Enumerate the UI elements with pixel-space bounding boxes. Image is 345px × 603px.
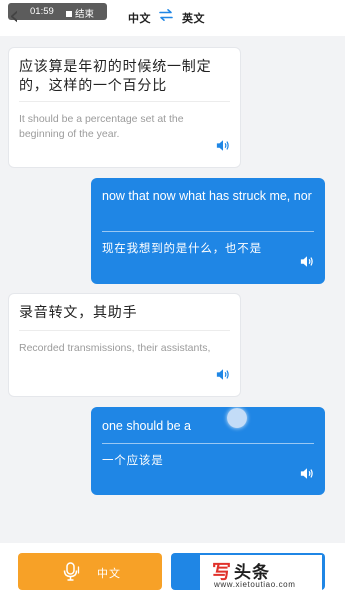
message-translation-text: Recorded transmissions, their assistants…: [19, 342, 211, 354]
message-bubble: now that now what has struck me, nor 现在我…: [91, 178, 325, 284]
speaker-icon[interactable]: [300, 255, 314, 273]
swap-arrows-icon[interactable]: [158, 7, 174, 28]
message-primary-text: 录音转文，其助手: [19, 304, 138, 320]
message-bubble: 录音转文，其助手 Recorded transmissions, their a…: [8, 293, 241, 397]
source-language[interactable]: 中文: [128, 10, 151, 26]
divider: [19, 330, 230, 331]
message-bubble: one should be a 一个应该是: [91, 407, 325, 495]
message-translation-text: It should be a percentage set at the beg…: [19, 113, 184, 140]
stop-recording-button[interactable]: 结束: [66, 6, 94, 20]
speaker-icon[interactable]: [300, 467, 314, 485]
divider: [102, 443, 314, 444]
message-primary-text: 应该算是年初的时候统一制定的，这样的一个百分比: [19, 58, 212, 93]
message-primary-text: now that now what has struck me, nor: [102, 189, 312, 203]
speaker-icon[interactable]: [216, 139, 230, 157]
target-language[interactable]: 英文: [182, 10, 205, 26]
recording-timer: 01:59 结束: [8, 3, 107, 20]
watermark-url: www.xietoutiao.com: [214, 580, 296, 589]
speak-chinese-button[interactable]: 中文: [18, 553, 162, 590]
microphone-icon: [62, 562, 82, 586]
timer-text: 01:59: [30, 6, 54, 17]
divider: [102, 231, 314, 232]
stop-label: 结束: [75, 9, 95, 20]
speaker-icon[interactable]: [216, 368, 230, 386]
watermark: 写 头条 www.xietoutiao.com: [200, 555, 322, 591]
message-bubble: 应该算是年初的时候统一制定的，这样的一个百分比 It should be a p…: [8, 47, 241, 168]
stop-square-icon: [66, 11, 72, 17]
touch-indicator: [227, 408, 247, 428]
message-primary-text: one should be a: [102, 419, 191, 433]
speak-chinese-label: 中文: [97, 568, 121, 580]
message-translation-text: 一个应该是: [102, 455, 164, 467]
message-translation-text: 现在我想到的是什么，也不是: [102, 243, 262, 255]
divider: [19, 101, 230, 102]
